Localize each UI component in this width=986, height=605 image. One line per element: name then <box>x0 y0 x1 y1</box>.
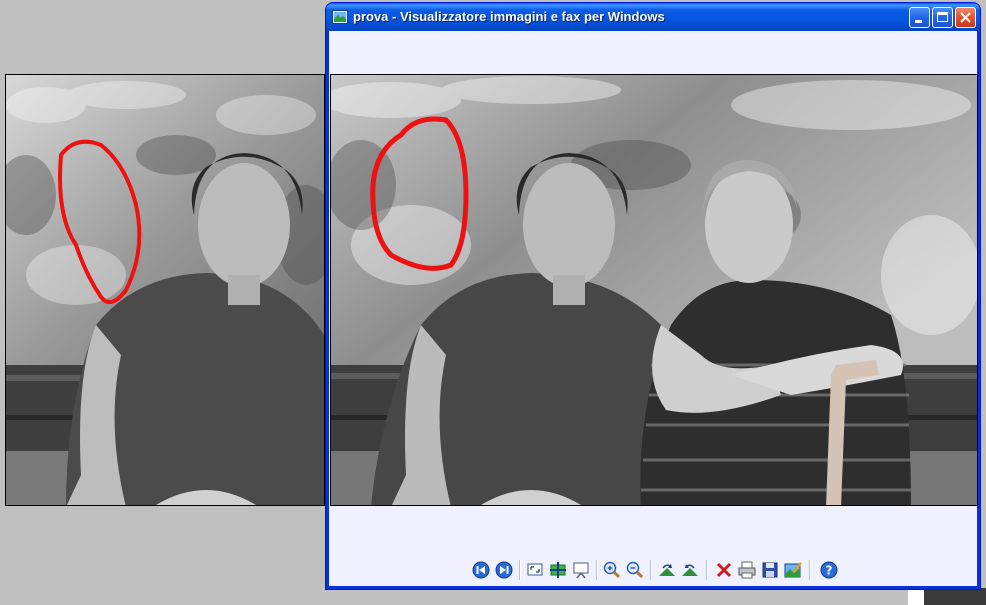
maximize-icon <box>937 12 948 22</box>
edit-icon[interactable] <box>783 560 803 580</box>
toolbar-separator <box>650 560 652 580</box>
save-icon[interactable] <box>760 560 780 580</box>
toolbar-separator <box>809 560 811 580</box>
zoom-in-icon[interactable] <box>602 560 622 580</box>
toolbar-separator <box>519 560 521 580</box>
help-icon[interactable]: ? <box>819 560 839 580</box>
delete-icon[interactable] <box>714 560 734 580</box>
viewer-client-area: ? <box>329 31 978 586</box>
rotate-cw-icon[interactable] <box>657 560 677 580</box>
zoom-out-icon[interactable] <box>625 560 645 580</box>
prev-icon[interactable] <box>471 560 491 580</box>
picture-viewer-icon <box>332 10 348 24</box>
best-fit-icon[interactable] <box>525 560 545 580</box>
svg-text:?: ? <box>826 564 833 578</box>
title-bar[interactable]: prova - Visualizzatore immagini e fax pe… <box>326 3 980 31</box>
print-icon[interactable] <box>737 560 757 580</box>
toolbar-separator <box>596 560 598 580</box>
maximize-button[interactable] <box>932 7 953 28</box>
minimize-icon <box>915 20 922 23</box>
image-viewer-window: prova - Visualizzatore immagini e fax pe… <box>325 2 981 590</box>
close-icon <box>960 12 971 23</box>
slideshow-icon[interactable] <box>571 560 591 580</box>
window-title: prova - Visualizzatore immagini e fax pe… <box>353 9 665 24</box>
close-button[interactable] <box>955 7 976 28</box>
rotate-ccw-icon[interactable] <box>680 560 700 580</box>
main-photo <box>330 74 978 506</box>
left-photo <box>5 74 325 506</box>
toolbar-separator <box>706 560 708 580</box>
actual-size-icon[interactable] <box>548 560 568 580</box>
next-icon[interactable] <box>494 560 514 580</box>
minimize-button[interactable] <box>909 7 930 28</box>
desktop-white-strip <box>908 590 924 605</box>
desktop-dark-area <box>923 588 986 605</box>
viewer-toolbar: ? <box>329 557 977 583</box>
